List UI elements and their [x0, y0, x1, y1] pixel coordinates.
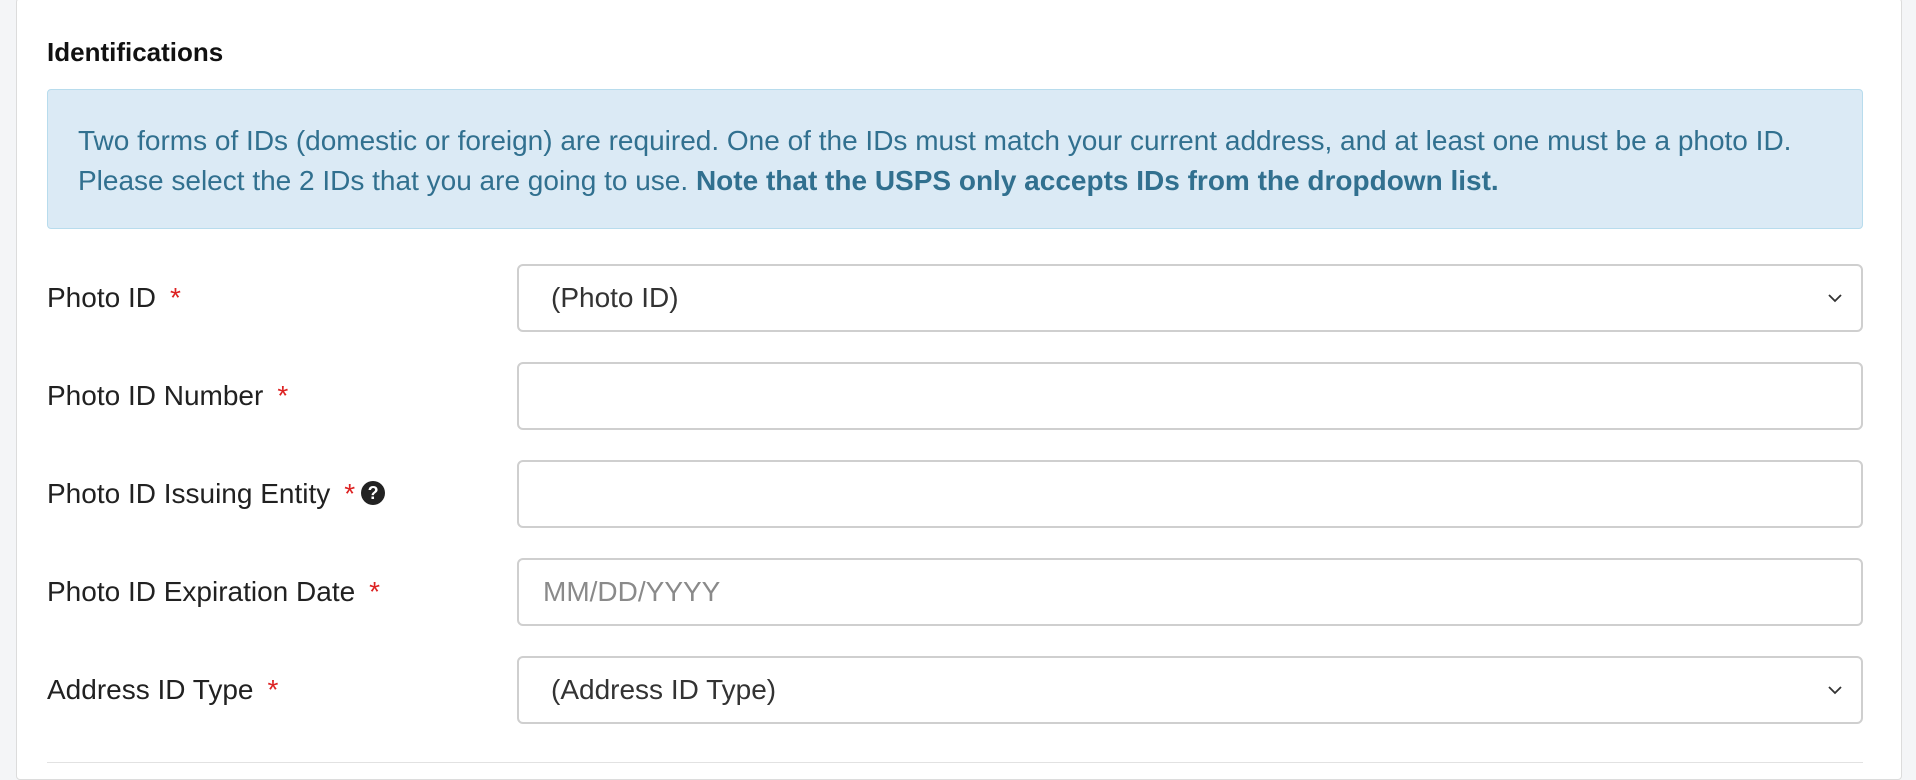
- chevron-down-icon: [1828, 686, 1842, 695]
- photo-id-label: Photo ID *: [47, 264, 181, 332]
- required-asterisk: *: [344, 478, 356, 509]
- address-id-type-label: Address ID Type *: [47, 656, 278, 724]
- photo-id-selected-value: (Photo ID): [551, 282, 679, 313]
- photo-id-number-input[interactable]: [517, 362, 1863, 430]
- alert-message: Two forms of IDs (domestic or foreign) a…: [78, 121, 1832, 201]
- required-asterisk: *: [169, 282, 181, 313]
- photo-id-select[interactable]: (Photo ID): [517, 264, 1863, 332]
- photo-id-expiration-date-row: Photo ID Expiration Date *: [47, 558, 1863, 626]
- photo-id-number-label-text: Photo ID Number: [47, 380, 264, 411]
- alert-bold-text: Note that the USPS only accepts IDs from…: [695, 165, 1499, 196]
- photo-id-row: Photo ID * (Photo ID): [47, 264, 1863, 332]
- chevron-down-icon: [1828, 294, 1842, 303]
- question-circle-icon[interactable]: ?: [361, 480, 386, 505]
- photo-id-label-text: Photo ID: [47, 282, 156, 313]
- required-asterisk: *: [277, 380, 289, 411]
- photo-id-expiration-date-label-text: Photo ID Expiration Date: [47, 576, 356, 607]
- photo-id-number-label: Photo ID Number *: [47, 362, 288, 430]
- section-divider: [47, 762, 1863, 763]
- section-title: Identifications: [47, 37, 224, 67]
- required-asterisk: *: [267, 674, 279, 705]
- photo-id-issuing-entity-label-text: Photo ID Issuing Entity: [47, 478, 331, 509]
- photo-id-number-row: Photo ID Number *: [47, 362, 1863, 430]
- photo-id-issuing-entity-label: Photo ID Issuing Entity *?: [47, 460, 386, 528]
- address-id-type-label-text: Address ID Type: [47, 674, 254, 705]
- photo-id-issuing-entity-row: Photo ID Issuing Entity *?: [47, 460, 1863, 528]
- required-asterisk: *: [369, 576, 381, 607]
- address-id-type-select[interactable]: (Address ID Type): [517, 656, 1863, 724]
- address-id-type-row: Address ID Type * (Address ID Type): [47, 656, 1863, 724]
- info-alert: Two forms of IDs (domestic or foreign) a…: [47, 89, 1863, 229]
- photo-id-issuing-entity-input[interactable]: [517, 460, 1863, 528]
- address-id-type-selected-value: (Address ID Type): [551, 674, 777, 705]
- photo-id-expiration-date-input[interactable]: [517, 558, 1863, 626]
- photo-id-expiration-date-label: Photo ID Expiration Date *: [47, 558, 380, 626]
